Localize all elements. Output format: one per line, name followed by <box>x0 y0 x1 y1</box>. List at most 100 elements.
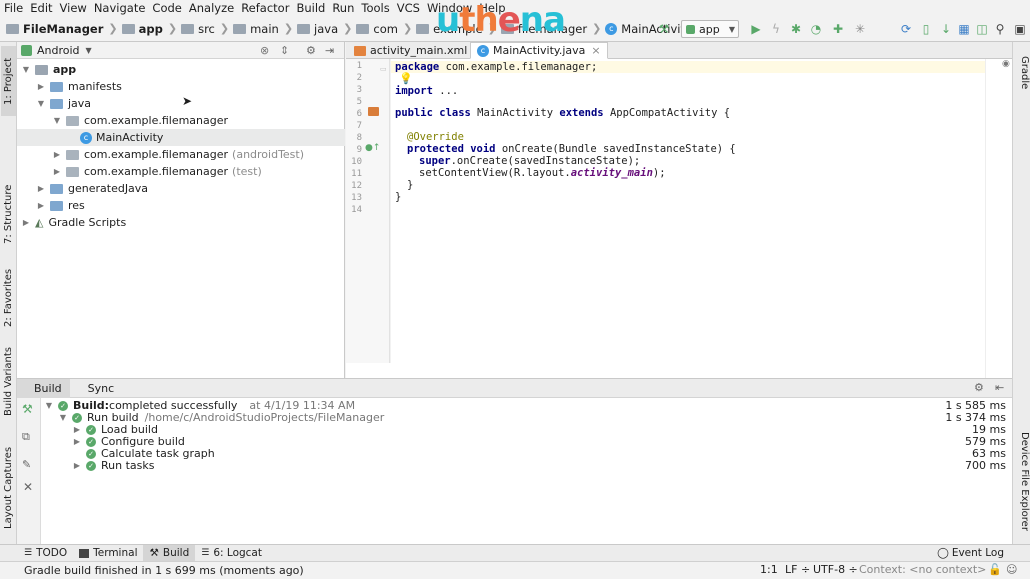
tree-item-package-test[interactable]: ▶ com.example.filemanager (test) <box>17 163 345 180</box>
hammer-icon[interactable]: ⚒ <box>22 402 33 416</box>
tab-gradle[interactable]: Gradle <box>1015 56 1030 100</box>
menu-navigate[interactable]: Navigate <box>94 1 146 15</box>
tree-label: res <box>68 199 85 212</box>
scroll-from-source-icon[interactable]: ⇕ <box>280 44 289 57</box>
close-icon[interactable]: × <box>591 44 600 57</box>
build-step-row[interactable]: ▶ ✓ Run tasks <box>72 460 155 472</box>
line-number: 13 <box>351 193 362 203</box>
apply-changes-icon[interactable]: ϟ <box>768 21 784 37</box>
tab-sync[interactable]: Sync <box>80 379 123 398</box>
status-context: Context: <no context> <box>859 563 987 576</box>
tool-todo[interactable]: ☰ TODO <box>18 545 73 562</box>
folder-icon <box>35 64 48 75</box>
tree-item-generatedjava[interactable]: ▶ generatedJava <box>17 180 345 197</box>
make-project-icon[interactable]: ⚒ <box>656 21 672 37</box>
caret-position[interactable]: 1:1 <box>760 563 778 576</box>
tab-build-variants[interactable]: Build Variants <box>1 347 16 417</box>
run-icon[interactable]: ▶ <box>748 21 764 37</box>
crumb-project[interactable]: FileManager ❯ <box>6 22 118 36</box>
sync-gradle-icon[interactable]: ⟳ <box>898 21 914 37</box>
avd-manager-icon[interactable]: ▯ <box>918 21 934 37</box>
tree-item-mainactivity[interactable]: c MainActivity <box>17 129 345 146</box>
collapse-icon[interactable]: ⊗ <box>260 44 269 57</box>
tab-mainactivity-java[interactable]: c MainActivity.java × <box>470 42 608 59</box>
run-config-select[interactable]: app ▼ <box>681 20 739 38</box>
tool-event-log[interactable]: ◯ Event Log <box>931 545 1010 562</box>
tab-activity-main-xml[interactable]: activity_main.xml× <box>348 42 489 59</box>
menu-file[interactable]: File <box>4 1 23 15</box>
line-number: 7 <box>356 121 362 131</box>
crumb-mainactivity[interactable]: c MainActivity <box>605 22 692 36</box>
close-icon[interactable]: ✕ <box>23 480 33 494</box>
activity-layout-icon[interactable] <box>368 107 379 116</box>
menu-edit[interactable]: Edit <box>30 1 52 15</box>
chevron-down-icon[interactable]: ▼ <box>86 46 92 55</box>
code-line: } <box>407 179 414 191</box>
hide-icon[interactable]: ⇤ <box>995 381 1004 394</box>
hide-icon[interactable]: ⇥ <box>325 44 334 57</box>
menu-view[interactable]: View <box>60 1 87 15</box>
tab-layout-captures[interactable]: Layout Captures <box>1 442 16 534</box>
menu-run[interactable]: Run <box>332 1 354 15</box>
code-line: super.onCreate(savedInstanceState); <box>419 155 641 167</box>
lightbulb-icon[interactable]: 💡 <box>399 72 413 85</box>
folder-icon <box>121 23 135 34</box>
override-icon[interactable]: ●↑ <box>365 143 380 153</box>
stop-icon[interactable]: ✳ <box>852 21 868 37</box>
menu-analyze[interactable]: Analyze <box>189 1 234 15</box>
gradle-icon: ◭ <box>35 216 44 229</box>
tree-item-app[interactable]: ▼ app <box>17 61 345 78</box>
tool-terminal[interactable]: Terminal <box>73 545 143 562</box>
tree-item-manifests[interactable]: ▶ manifests <box>17 78 345 95</box>
crumb-main[interactable]: main ❯ <box>233 22 293 36</box>
gear-icon[interactable]: ⚙ <box>974 381 984 394</box>
success-icon: ✓ <box>86 449 96 459</box>
attach-debugger-icon[interactable]: ✚ <box>830 21 846 37</box>
profile-icon[interactable]: ◔ <box>808 21 824 37</box>
file-encoding[interactable]: UTF-8 ÷ <box>813 563 858 576</box>
crumb-com[interactable]: com ❯ <box>356 22 412 36</box>
code-editor[interactable]: package com.example.filemanager; 💡 impor… <box>391 59 985 363</box>
project-view-select[interactable]: Android <box>37 44 80 57</box>
tab-build[interactable]: Build <box>17 378 70 398</box>
project-structure-icon[interactable]: ▦ <box>956 21 972 37</box>
debug-icon[interactable]: ✱ <box>788 21 804 37</box>
success-icon: ✓ <box>86 461 96 471</box>
fold-icon[interactable]: ▭ <box>380 65 387 73</box>
crumb-app[interactable]: app ❯ <box>121 22 177 36</box>
menu-vcs[interactable]: VCS <box>397 1 420 15</box>
tool-logcat[interactable]: ☰ 6: Logcat <box>195 545 268 562</box>
lock-icon[interactable]: 🔓 <box>988 563 1002 576</box>
tree-label: com.example.filemanager <box>84 148 229 161</box>
tab-device-file-explorer[interactable]: Device File Explorer <box>1015 432 1030 540</box>
class-icon: c <box>605 22 618 35</box>
tool-build[interactable]: ⚒ Build <box>143 544 196 562</box>
sdk-manager-icon[interactable]: ↓ <box>938 21 954 37</box>
tab-label: activity_main.xml <box>370 44 468 57</box>
layout-inspector-icon[interactable]: ◫ <box>974 21 990 37</box>
tree-item-java[interactable]: ▼ java <box>17 95 345 112</box>
menu-tools[interactable]: Tools <box>361 1 389 15</box>
tab-favorites[interactable]: 2: Favorites <box>1 260 16 336</box>
inspector-icon[interactable]: ☺ <box>1006 563 1017 576</box>
crumb-java[interactable]: java ❯ <box>297 22 352 36</box>
crumb-src[interactable]: src ❯ <box>181 22 229 36</box>
tab-structure[interactable]: 7: Structure <box>1 174 16 254</box>
line-number: 11 <box>351 169 362 179</box>
toggle-view-icon[interactable]: ⧉ <box>22 430 30 444</box>
menu-refactor[interactable]: Refactor <box>241 1 289 15</box>
tree-item-package[interactable]: ▼ com.example.filemanager <box>17 112 345 129</box>
toggle-icon[interactable]: ▣ <box>1012 21 1028 37</box>
build-run-path: /home/c/AndroidStudioProjects/FileManage… <box>144 411 385 424</box>
gear-icon[interactable]: ⚙ <box>306 44 316 57</box>
tab-project[interactable]: 1: Project <box>1 46 16 116</box>
search-icon[interactable]: ⚲ <box>992 21 1008 37</box>
tree-item-package-androidtest[interactable]: ▶ com.example.filemanager (androidTest) <box>17 146 345 163</box>
pin-icon[interactable]: ✎ <box>22 458 31 471</box>
line-separator[interactable]: LF ÷ <box>785 563 810 576</box>
menu-build[interactable]: Build <box>296 1 325 15</box>
tree-item-res[interactable]: ▶ res <box>17 197 345 214</box>
tree-item-gradle-scripts[interactable]: ▶ ◭ Gradle Scripts <box>17 214 345 231</box>
menu-code[interactable]: Code <box>152 1 181 15</box>
eye-icon[interactable]: ◉ <box>1002 59 1010 69</box>
